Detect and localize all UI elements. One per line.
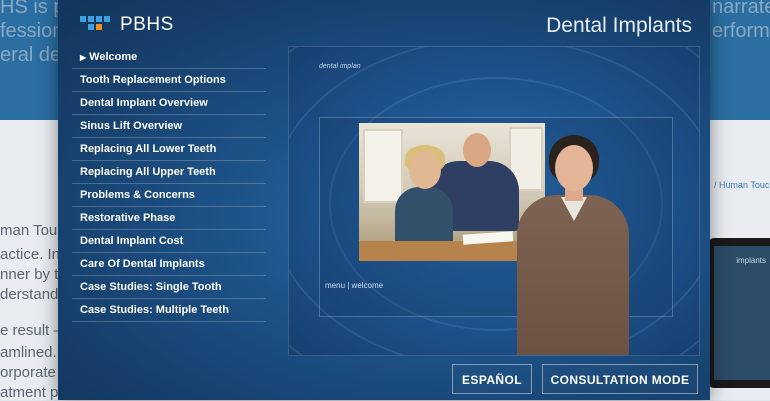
bg-text-line: HS is p (0, 0, 65, 18)
menu-item-restorative-phase[interactable]: Restorative Phase (72, 207, 266, 230)
bg-text-line: erforme (712, 20, 770, 42)
bg-text-line: amlined. (0, 344, 57, 361)
bg-text-line: man Touc (0, 222, 65, 239)
menu-item-label: Welcome (89, 51, 138, 63)
pbhs-logo: PBHS (80, 14, 174, 36)
play-arrow-icon: ▶ (80, 53, 87, 62)
menu-item-dental-implant-cost[interactable]: Dental Implant Cost (72, 230, 266, 253)
presentation-title: Dental Implants (546, 14, 692, 37)
bg-text-line: actice. Int (0, 246, 65, 263)
bg-text-line: narrate (712, 0, 770, 18)
consultation-mode-button[interactable]: CONSULTATION MODE (542, 364, 698, 394)
video-player[interactable]: dental implan menu | welcome (288, 46, 700, 356)
menu-item-case-studies-single-tooth[interactable]: Case Studies: Single Tooth (72, 276, 266, 299)
bg-breadcrumb: / Human Touc (714, 180, 770, 190)
espanol-button[interactable]: ESPAÑOL (452, 364, 532, 394)
menu-item-care-of-dental-implants[interactable]: Care Of Dental Implants (72, 253, 266, 276)
menu-item-dental-implant-overview[interactable]: Dental Implant Overview (72, 92, 266, 115)
menu-item-sinus-lift-overview[interactable]: Sinus Lift Overview (72, 115, 266, 138)
bg-tablet-screen (714, 246, 770, 380)
video-breadcrumb[interactable]: menu | welcome (325, 281, 383, 290)
brand-name: PBHS (120, 14, 174, 35)
bg-text-line: eral de (0, 44, 62, 66)
topic-menu: ▶ Welcome Tooth Replacement Options Denta… (72, 46, 266, 322)
logo-mark-icon (80, 14, 116, 36)
menu-item-welcome[interactable]: ▶ Welcome (72, 46, 266, 69)
bg-text-line: nner by t (0, 266, 59, 283)
menu-item-replacing-all-upper-teeth[interactable]: Replacing All Upper Teeth (72, 161, 266, 184)
bg-tablet-text: implants (736, 256, 766, 265)
presenter-figure (517, 135, 629, 355)
bg-text-line: orporate (0, 364, 56, 381)
menu-item-tooth-replacement-options[interactable]: Tooth Replacement Options (72, 69, 266, 92)
presentation-modal: PBHS Dental Implants ▶ Welcome Tooth Repl… (58, 0, 710, 400)
menu-item-problems-concerns[interactable]: Problems & Concerns (72, 184, 266, 207)
video-corner-label: dental implan (319, 63, 361, 70)
menu-item-replacing-all-lower-teeth[interactable]: Replacing All Lower Teeth (72, 138, 266, 161)
bg-text-line: atment p (0, 384, 59, 401)
bg-text-line: e result – (0, 322, 62, 339)
menu-item-case-studies-multiple-teeth[interactable]: Case Studies: Multiple Teeth (72, 299, 266, 322)
